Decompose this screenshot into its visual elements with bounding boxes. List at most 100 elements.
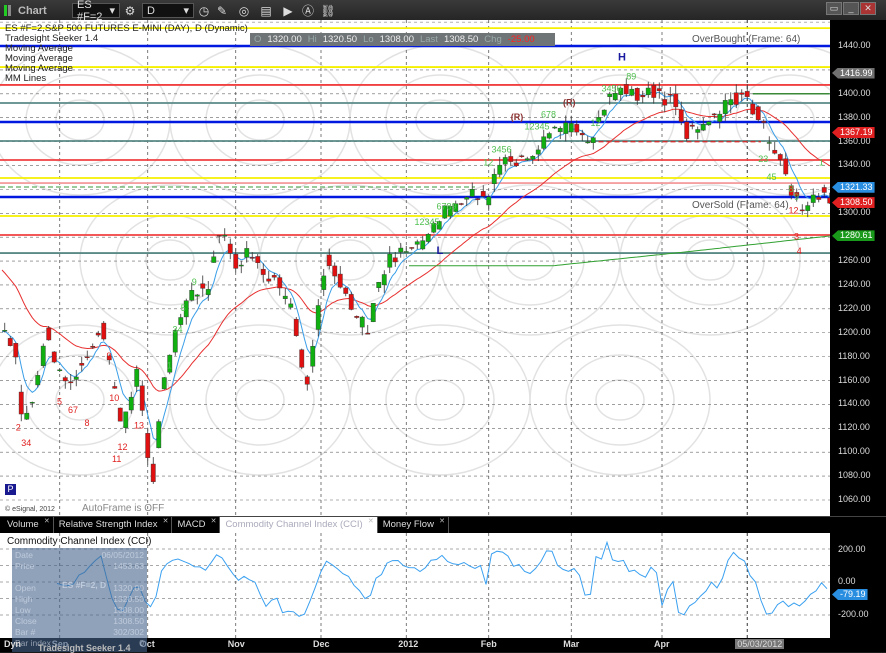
candle-body (282, 295, 288, 299)
close-tab-icon[interactable]: ✕ (439, 517, 445, 525)
tab-volume[interactable]: Volume ✕ (2, 517, 54, 533)
candle-body (84, 356, 90, 358)
candle-body (645, 87, 651, 96)
price-tick: 1120.00 (838, 422, 870, 433)
cci-tick: 0.00 (838, 576, 856, 586)
sequence-annotation: 2 (16, 423, 21, 433)
tab-commodity-channel-index-cci-[interactable]: Commodity Channel Index (CCI) ✕ (220, 517, 378, 533)
candle-body (376, 281, 382, 288)
sequence-annotation: (R) (511, 112, 524, 122)
pencil-icon[interactable]: ✎ (214, 3, 230, 18)
candle-body (90, 345, 96, 348)
candle-body (403, 251, 409, 253)
tab-money-flow[interactable]: Money Flow ✕ (378, 517, 449, 533)
price-badge: 1280.61 (832, 230, 875, 242)
interval-dropdown[interactable]: D ▾ (142, 3, 194, 18)
candle-body (750, 103, 756, 115)
candle-body (359, 316, 365, 328)
settings-gear-icon[interactable]: ⚙ (122, 3, 138, 18)
price-axis[interactable]: 1060.00 1080.00 1100.00 1120.00 1140.00 1160.… (830, 20, 886, 516)
candle-body (783, 158, 789, 175)
close-icon[interactable]: ✕ (860, 2, 876, 15)
alert-icon[interactable]: Ⓐ (300, 3, 316, 18)
candle-body (62, 377, 68, 382)
candle-body (464, 197, 470, 200)
candle-body (535, 149, 541, 155)
candle-body (766, 142, 772, 144)
candle-body (398, 247, 404, 253)
tab-label: Commodity Channel Index (CCI) (225, 519, 363, 530)
price-tick: 1240.00 (838, 278, 871, 289)
clock-icon[interactable]: ◷ (196, 3, 212, 18)
close-tab-icon[interactable]: ✕ (368, 517, 374, 525)
data-window-value: 0 (139, 638, 144, 648)
sequence-annotation: (R) (563, 98, 576, 108)
candle-body (35, 375, 41, 386)
sequence-annotation: 3456 (602, 83, 622, 93)
close-tab-icon[interactable]: ✕ (44, 517, 50, 525)
data-window-key: High (15, 594, 33, 604)
sequence-annotation: 34 (21, 438, 31, 448)
price-chart[interactable]: HL(R)(R)12345678912345612345678123456892… (0, 20, 886, 516)
candle-body (755, 106, 761, 120)
sequence-annotation: H (618, 51, 626, 63)
candle-body (123, 411, 129, 428)
candle-body (343, 287, 349, 294)
candle-body (200, 283, 206, 289)
candle-body (420, 240, 426, 250)
price-tick: 1160.00 (838, 374, 870, 385)
candle-body (57, 369, 63, 372)
candle-body (310, 345, 316, 367)
candle-body (95, 332, 101, 336)
candle-body (288, 303, 294, 308)
data-window-key: Open (15, 583, 36, 593)
price-badge: 1416.99 (832, 67, 875, 79)
study-tabs: Volume ✕ Relative Strength Index ✕ MACD ✕ Comm… (0, 516, 886, 533)
sequence-annotation: 9 (794, 192, 799, 202)
study-icon[interactable]: ◎ (236, 3, 252, 18)
restore-icon[interactable]: ▭ (826, 2, 842, 15)
price-tick: 1260.00 (838, 255, 871, 266)
data-window[interactable]: ES #F=2, D Date 06/05/2012 Price 1453.63 Ope… (12, 548, 147, 652)
candle-body (744, 91, 750, 97)
candle-body (585, 141, 591, 144)
candle-body (497, 164, 503, 175)
candle-body (101, 322, 107, 340)
candle-body (733, 92, 739, 105)
close-tab-icon[interactable]: ✕ (211, 517, 217, 525)
candle-body (574, 124, 580, 133)
data-icon[interactable]: ▤ (258, 3, 274, 18)
sequence-annotation: 12 (483, 157, 493, 167)
candle-body (348, 294, 354, 310)
candle-body (651, 85, 657, 98)
candle-body (112, 386, 118, 389)
data-window-value: 1453.63 (113, 561, 144, 571)
link-icon[interactable]: ⛓ (320, 3, 336, 18)
sequence-annotation: 12 (118, 442, 128, 452)
crosshair-date: 05/03/2012 (735, 639, 785, 649)
candle-body (530, 156, 536, 160)
close-tab-icon[interactable]: ✕ (163, 517, 169, 525)
candle-body (145, 433, 151, 458)
candle-body (684, 121, 690, 139)
candle-body (29, 402, 35, 404)
candle-body (607, 93, 613, 97)
candle-body (519, 155, 525, 157)
candle-body (134, 368, 140, 387)
candle-body (156, 421, 162, 449)
price-tick: 1220.00 (838, 302, 871, 313)
last-label: Last (419, 34, 438, 45)
sequence-annotation: 67 (68, 405, 78, 415)
minimize-icon[interactable]: _ (843, 2, 859, 15)
tab-label: Money Flow (382, 519, 434, 530)
chevron-down-icon: ▾ (109, 5, 115, 17)
candle-body (491, 174, 497, 185)
p-button[interactable]: P (5, 484, 16, 495)
date-tick: Feb (480, 639, 497, 649)
tab-macd[interactable]: MACD ✕ (172, 517, 221, 533)
tab-relative-strength-index[interactable]: Relative Strength Index ✕ (54, 517, 173, 533)
data-window-value: 06/05/2012 (101, 550, 144, 560)
symbol-dropdown[interactable]: ES #F=2 ▾ (72, 0, 120, 23)
candle-body (381, 274, 387, 286)
play-icon[interactable]: ▶ (280, 3, 296, 18)
